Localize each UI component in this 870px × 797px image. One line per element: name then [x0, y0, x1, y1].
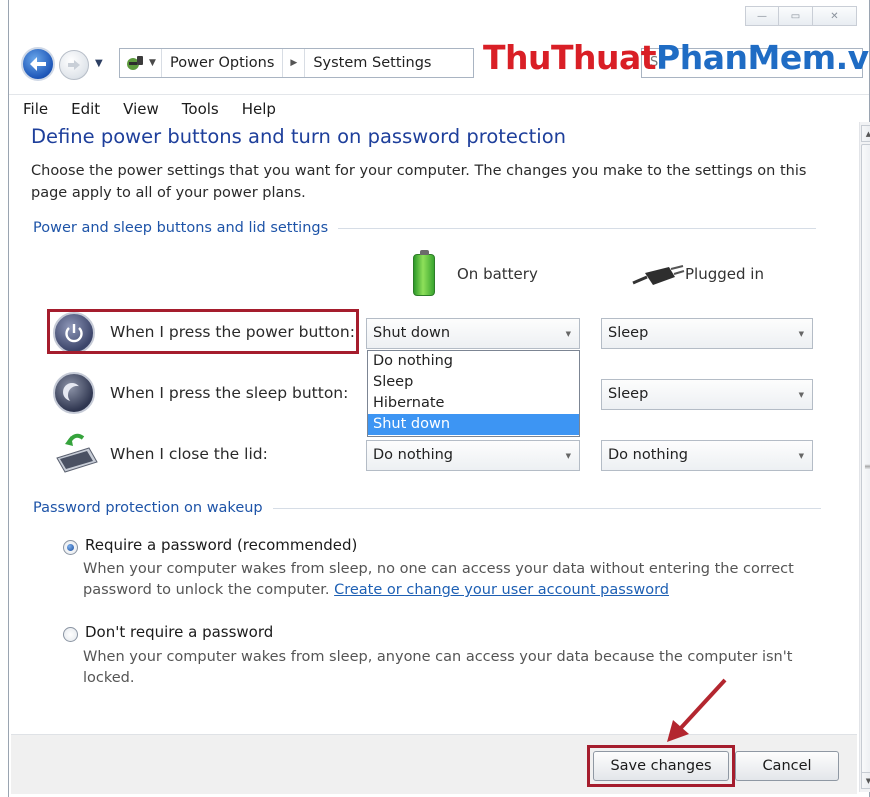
close-lid-plugged-select[interactable]: Do nothing ▼ — [601, 440, 813, 471]
battery-icon — [413, 250, 435, 296]
close-lid-label: When I close the lid: — [110, 445, 268, 463]
power-button-highlight — [47, 309, 359, 354]
create-password-link[interactable]: Create or change your user account passw… — [334, 582, 669, 598]
dropdown-option-selected[interactable]: Shut down — [368, 414, 579, 435]
back-arrow-icon — [30, 57, 46, 71]
laptop-lid-icon — [56, 433, 98, 473]
sleep-button-label: When I press the sleep button: — [110, 384, 349, 402]
power-options-window: — ▭ ✕ ▼ ▼ Power Options ▶ System Setting… — [8, 0, 870, 797]
breadcrumb-separator-icon[interactable]: ▶ — [283, 49, 306, 77]
menu-bar: File Edit View Tools Help — [9, 94, 869, 122]
power-button-plugged-select[interactable]: Sleep ▼ — [601, 318, 813, 349]
breadcrumb-power-options[interactable]: Power Options — [162, 49, 284, 77]
dropdown-option[interactable]: Hibernate — [368, 393, 579, 414]
require-password-radio[interactable] — [63, 540, 78, 555]
column-header-on-battery: On battery — [457, 265, 538, 283]
require-password-description: When your computer wakes from sleep, no … — [83, 561, 794, 598]
no-password-radio[interactable] — [63, 627, 78, 642]
vertical-scrollbar[interactable]: ▲ ≡ ▼ — [859, 122, 870, 792]
address-bar[interactable]: ▼ Power Options ▶ System Settings — [119, 48, 474, 78]
forward-button[interactable] — [59, 50, 89, 80]
minimize-button[interactable]: — — [745, 6, 779, 26]
scroll-thumb[interactable] — [861, 144, 870, 776]
scroll-grip-icon: ≡ — [864, 462, 870, 471]
scroll-up-icon[interactable]: ▲ — [861, 125, 870, 142]
back-button[interactable] — [21, 47, 55, 81]
menu-help[interactable]: Help — [242, 100, 276, 118]
column-header-plugged-in: Plugged in — [685, 265, 764, 283]
dropdown-option[interactable]: Sleep — [368, 372, 579, 393]
main-content: Define power buttons and turn on passwor… — [11, 122, 849, 734]
watermark-logo: ThuThuatPhanMem.vn — [483, 38, 870, 77]
dropdown-option[interactable]: Do nothing — [368, 351, 579, 372]
page-description: Choose the power settings that you want … — [31, 163, 807, 201]
section-heading-buttons: Power and sleep buttons and lid settings — [33, 220, 817, 236]
menu-edit[interactable]: Edit — [71, 100, 100, 118]
section-heading-password: Password protection on wakeup — [33, 500, 821, 516]
sleep-button-plugged-select[interactable]: Sleep ▼ — [601, 379, 813, 410]
history-dropdown-icon[interactable]: ▼ — [95, 58, 103, 69]
page-title: Define power buttons and turn on passwor… — [31, 125, 566, 148]
navigation-bar: ▼ ▼ Power Options ▶ System Settings S Th… — [9, 36, 870, 90]
power-options-icon: ▼ — [120, 49, 162, 77]
menu-file[interactable]: File — [23, 100, 48, 118]
scroll-down-icon[interactable]: ▼ — [861, 772, 870, 789]
annotation-arrow-icon — [667, 678, 727, 742]
menu-view[interactable]: View — [123, 100, 159, 118]
window-controls: — ▭ ✕ — [745, 6, 857, 26]
power-button-battery-select[interactable]: Shut down ▼ — [366, 318, 580, 349]
cancel-button[interactable]: Cancel — [735, 751, 839, 781]
sleep-button-icon — [53, 372, 95, 414]
maximize-button[interactable]: ▭ — [779, 6, 813, 26]
forward-arrow-icon — [68, 60, 80, 70]
address-dropdown-icon[interactable]: ▼ — [149, 58, 156, 68]
close-button[interactable]: ✕ — [813, 6, 857, 26]
plug-icon — [632, 265, 685, 285]
no-password-label[interactable]: Don't require a password — [85, 623, 273, 641]
breadcrumb-system-settings[interactable]: System Settings — [305, 49, 439, 77]
require-password-label[interactable]: Require a password (recommended) — [85, 536, 357, 554]
close-lid-battery-select[interactable]: Do nothing ▼ — [366, 440, 580, 471]
save-changes-button[interactable]: Save changes — [593, 751, 729, 781]
power-button-battery-options: Do nothing Sleep Hibernate Shut down — [367, 350, 580, 437]
menu-tools[interactable]: Tools — [182, 100, 219, 118]
